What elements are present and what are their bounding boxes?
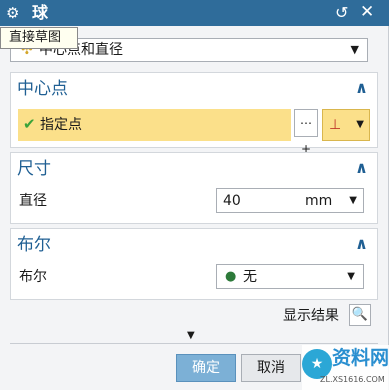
chevron-down-icon: ▼	[350, 43, 359, 56]
specify-point-row[interactable]: ✔ 指定点	[18, 109, 291, 141]
point-inference-dropdown[interactable]: ⊥ ▼	[322, 109, 370, 141]
watermark-brand: 资料网	[332, 347, 389, 369]
point-dialog-button[interactable]: ⋯+	[294, 109, 318, 156]
inferred-point-icon: ⊥	[329, 117, 342, 133]
boolean-value: 无	[243, 269, 257, 285]
cancel-button[interactable]: 取消	[241, 354, 301, 382]
more-options-arrow-icon[interactable]: ▼	[187, 330, 195, 342]
diameter-input[interactable]: 40 mm ▼	[216, 188, 364, 213]
boolean-label: 布尔	[19, 269, 47, 285]
divider	[10, 343, 378, 344]
magnifier-icon[interactable]: 🔍	[349, 304, 371, 326]
group-title-boolean: 布尔	[17, 235, 51, 255]
specify-point-label: 指定点	[40, 117, 82, 133]
dialog-title: 球	[32, 3, 49, 22]
watermark: ★ 资料网 ZL.XS1616.COM	[302, 345, 389, 390]
title-bar: ⚙ 球 ↺ ✕	[0, 0, 389, 26]
watermark-url: ZL.XS1616.COM	[320, 375, 385, 384]
ok-button[interactable]: 确定	[176, 354, 236, 382]
boolean-none-icon: ●	[225, 269, 237, 284]
boolean-select[interactable]: ● 无 ▼	[216, 264, 364, 289]
group-title-size: 尺寸	[17, 159, 51, 179]
collapse-caret-icon[interactable]: ∧	[355, 78, 368, 98]
tooltip: 直接草图	[0, 27, 78, 49]
gear-icon[interactable]: ⚙	[6, 3, 19, 23]
boolean-group: 布尔 ∧ 布尔 ● 无 ▼	[10, 228, 378, 300]
collapse-caret-icon[interactable]: ∧	[355, 234, 368, 254]
diameter-unit: mm	[305, 193, 333, 209]
center-point-group: 中心点 ∧ ✔ 指定点 ⋯+ ⊥ ▼	[10, 72, 378, 156]
group-title-center: 中心点	[17, 79, 68, 99]
check-icon: ✔	[23, 115, 36, 133]
diameter-value: 40	[223, 193, 241, 209]
close-icon[interactable]: ✕	[360, 1, 374, 23]
size-group: 尺寸 ∧ 直径 40 mm ▼	[10, 152, 378, 224]
sphere-dialog: ⚙ 球 ↺ ✕ ✣ 中心点和直径 ▼ 直接草图 中心点 ∧ ✔ 指定点 ⋯+ ⊥…	[0, 0, 389, 390]
show-result-label: 显示结果	[283, 308, 339, 324]
chevron-down-icon: ▼	[356, 119, 364, 130]
collapse-caret-icon[interactable]: ∧	[355, 158, 368, 178]
chevron-down-icon: ▼	[347, 271, 355, 282]
chevron-down-icon: ▼	[349, 195, 357, 206]
diameter-label: 直径	[19, 193, 47, 209]
reset-icon[interactable]: ↺	[335, 2, 348, 24]
